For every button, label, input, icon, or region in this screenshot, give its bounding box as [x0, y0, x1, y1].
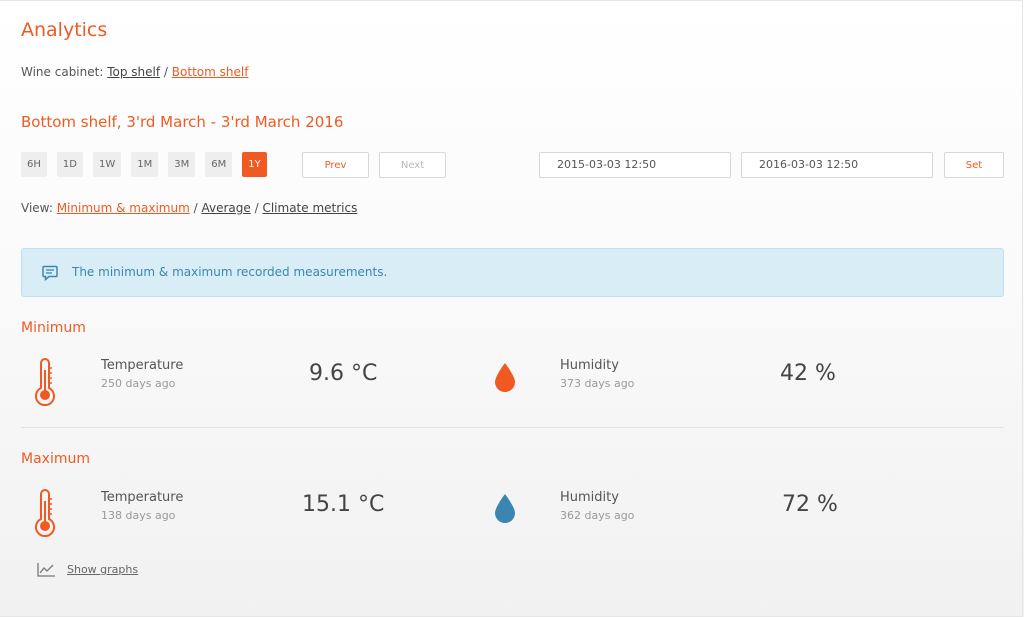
set-button[interactable]: Set — [944, 152, 1004, 178]
water-drop-icon — [495, 363, 515, 392]
breadcrumb-bottom-shelf[interactable]: Bottom shelf — [172, 65, 249, 79]
view-selector: View: Minimum & maximum / Average / Clim… — [21, 201, 357, 215]
next-button[interactable]: Next — [379, 152, 446, 178]
breadcrumb-separator: / — [163, 65, 168, 79]
max-temperature-ago: 138 days ago — [101, 509, 176, 522]
min-humidity-label: Humidity — [560, 358, 619, 373]
range-6m-button[interactable]: 6M — [205, 152, 233, 177]
breadcrumb: Wine cabinet: Top shelf / Bottom shelf — [21, 65, 248, 79]
min-temperature-value: 9.6 °C — [309, 361, 378, 386]
range-selector: 6H 1D 1W 1M 3M 6M 1Y — [21, 152, 277, 177]
max-temperature-label: Temperature — [101, 490, 184, 505]
maximum-title: Maximum — [21, 451, 90, 467]
section-divider — [21, 427, 1004, 428]
view-separator: / — [193, 201, 198, 215]
show-graphs-label[interactable]: Show graphs — [67, 563, 138, 576]
comment-icon — [42, 265, 58, 281]
min-humidity-value: 42 % — [780, 361, 836, 386]
min-humidity-ago: 373 days ago — [560, 377, 635, 390]
info-alert: The minimum & maximum recorded measureme… — [21, 248, 1004, 297]
info-text: The minimum & maximum recorded measureme… — [72, 265, 388, 279]
breadcrumb-prefix: Wine cabinet: — [21, 65, 104, 79]
page-frame — [0, 0, 1023, 617]
thermometer-icon — [35, 358, 55, 406]
range-1m-button[interactable]: 1M — [131, 152, 159, 177]
breadcrumb-top-shelf[interactable]: Top shelf — [107, 65, 160, 79]
view-separator: / — [254, 201, 259, 215]
period-subtitle: Bottom shelf, 3'rd March - 3'rd March 20… — [21, 113, 344, 131]
range-3m-button[interactable]: 3M — [168, 152, 196, 177]
max-temperature-value: 15.1 °C — [302, 492, 385, 517]
minimum-title: Minimum — [21, 320, 86, 336]
range-1d-button[interactable]: 1D — [56, 152, 83, 177]
view-average-link[interactable]: Average — [201, 201, 250, 215]
date-from-input[interactable]: 2015-03-03 12:50 — [539, 152, 731, 178]
min-temperature-label: Temperature — [101, 358, 184, 373]
range-1w-button[interactable]: 1W — [92, 152, 122, 177]
page-title: Analytics — [21, 19, 108, 41]
max-humidity-value: 72 % — [782, 492, 838, 517]
range-6h-button[interactable]: 6H — [21, 152, 47, 177]
range-1y-button[interactable]: 1Y — [242, 152, 267, 177]
view-prefix: View: — [21, 201, 53, 215]
date-to-input[interactable]: 2016-03-03 12:50 — [741, 152, 933, 178]
view-min-max-link[interactable]: Minimum & maximum — [57, 201, 190, 215]
thermometer-icon — [35, 489, 55, 537]
view-climate-metrics-link[interactable]: Climate metrics — [262, 201, 357, 215]
show-graphs-link[interactable]: Show graphs — [37, 562, 138, 577]
water-drop-icon — [495, 494, 515, 523]
line-chart-icon — [37, 563, 55, 577]
max-humidity-label: Humidity — [560, 490, 619, 505]
min-temperature-ago: 250 days ago — [101, 377, 176, 390]
prev-button[interactable]: Prev — [302, 152, 369, 178]
max-humidity-ago: 362 days ago — [560, 509, 635, 522]
